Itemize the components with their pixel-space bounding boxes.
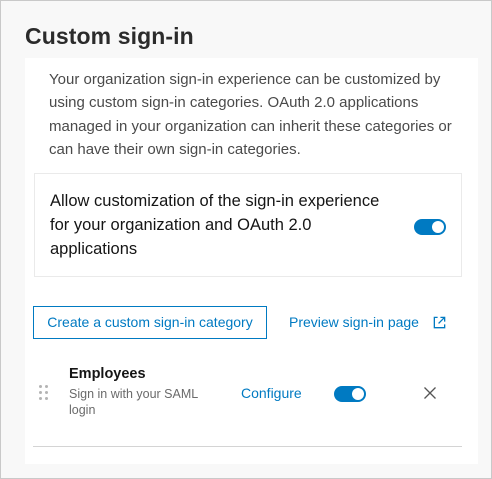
category-toggle[interactable] <box>334 386 366 402</box>
close-icon[interactable] <box>423 386 437 400</box>
customization-setting-label: Allow customization of the sign-in exper… <box>50 192 380 258</box>
panel-title: Custom sign-in <box>25 23 194 49</box>
external-link-icon[interactable] <box>432 315 447 330</box>
customization-setting: Allow customization of the sign-in exper… <box>34 173 462 277</box>
toggle-knob <box>352 388 364 400</box>
panel-description: Your organization sign-in experience can… <box>49 71 452 158</box>
category-description: Sign in with your SAML login <box>69 387 198 417</box>
drag-handle-icon[interactable] <box>39 385 49 401</box>
custom-sign-in-panel: Custom sign-in Your organization sign-in… <box>0 0 492 479</box>
panel-content: Your organization sign-in experience can… <box>25 58 478 464</box>
category-row-employees: Employees Sign in with your SAML login C… <box>25 358 478 428</box>
customization-toggle[interactable] <box>414 219 446 235</box>
category-name: Employees <box>69 366 146 382</box>
configure-link[interactable]: Configure <box>241 385 302 401</box>
toggle-knob <box>432 221 444 233</box>
create-category-button[interactable]: Create a custom sign-in category <box>33 306 267 339</box>
divider <box>33 446 462 447</box>
preview-sign-in-link[interactable]: Preview sign-in page <box>289 314 419 330</box>
